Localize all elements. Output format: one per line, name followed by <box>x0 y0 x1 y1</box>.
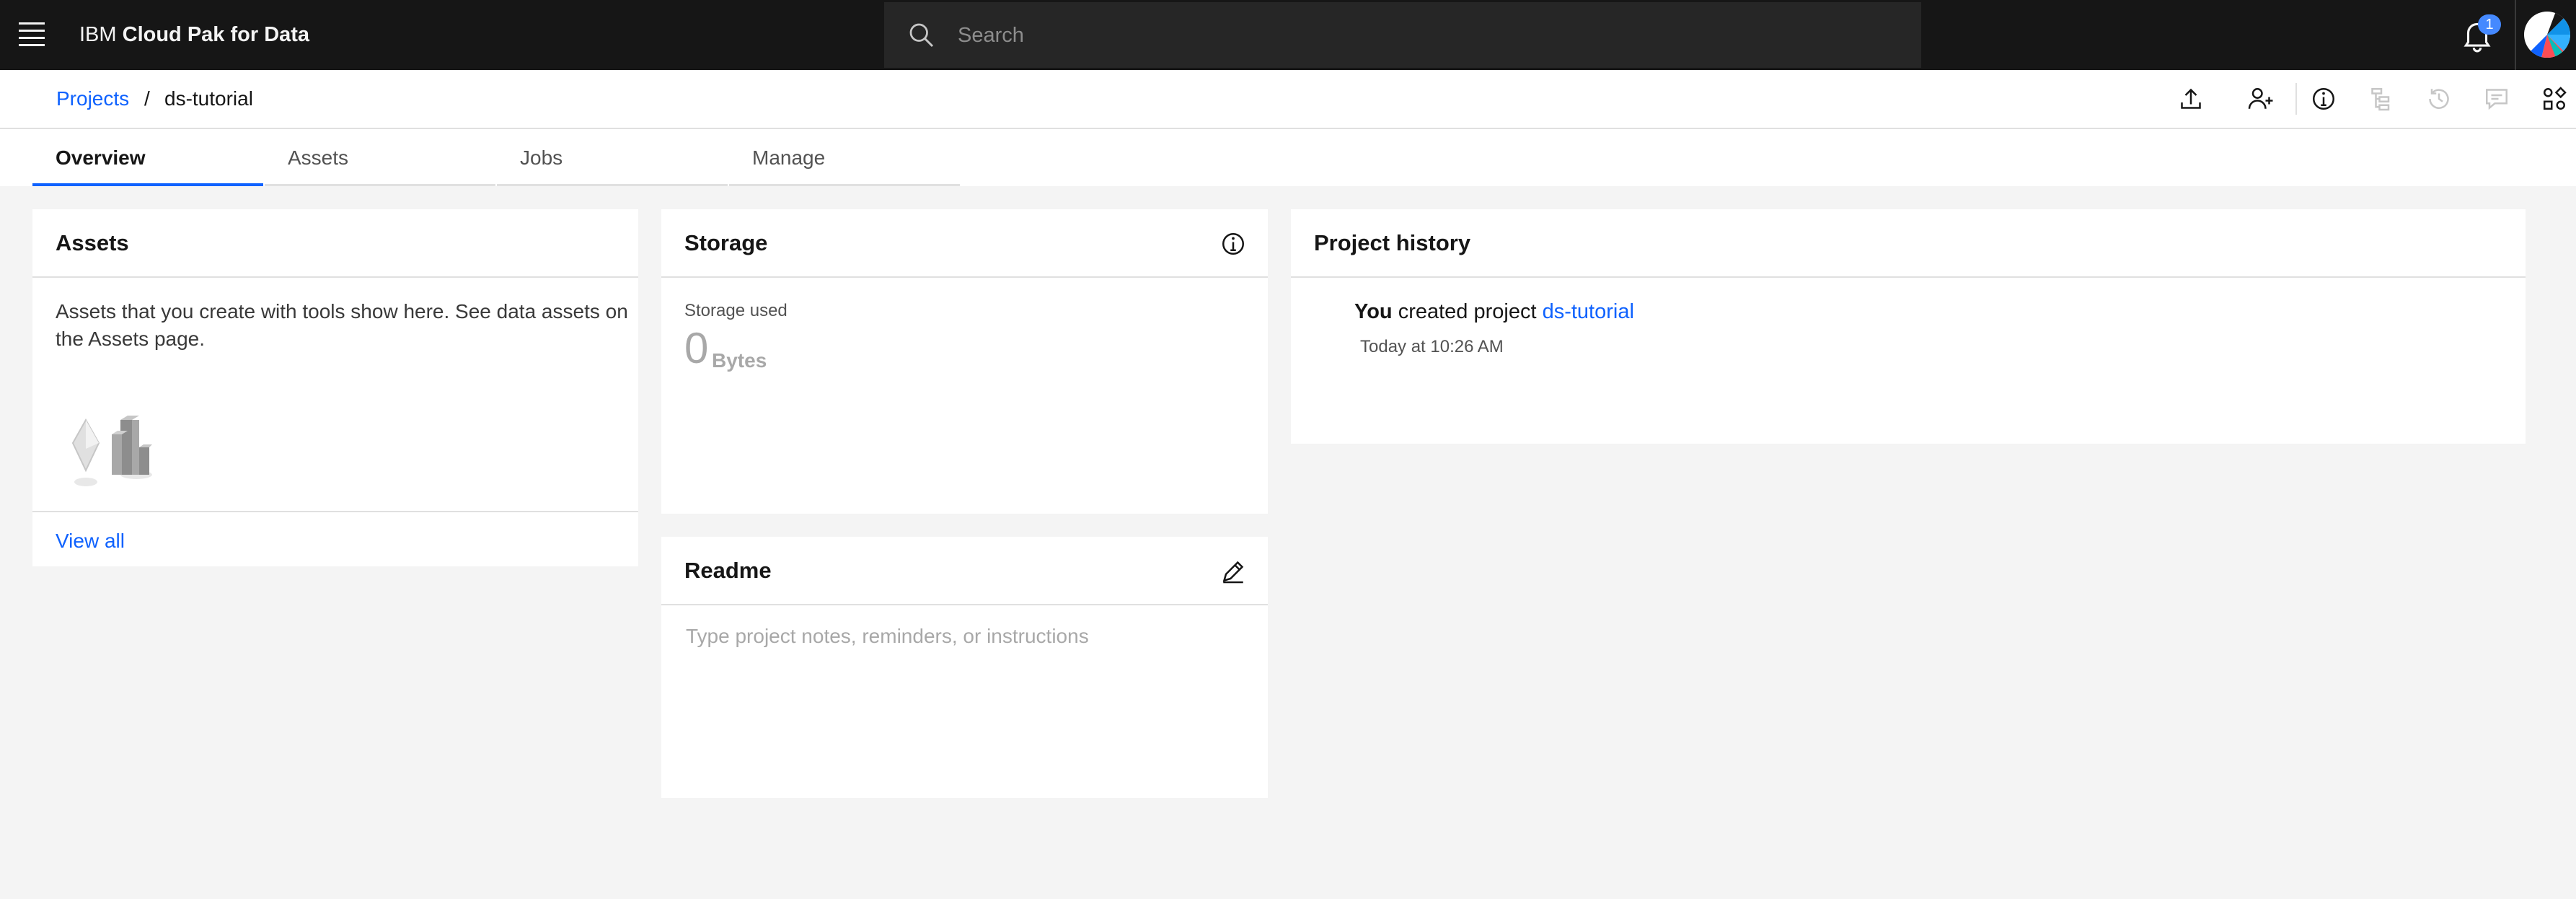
readme-card: Readme <box>661 537 1268 798</box>
project-history-card: Project history You created project ds-t… <box>1291 209 2526 444</box>
breadcrumb-current: ds-tutorial <box>164 87 253 110</box>
assets-card: Assets Assets that you create with tools… <box>32 209 638 566</box>
card-divider <box>1291 276 2526 278</box>
top-header: IBM Cloud Pak for Data 1 <box>0 0 2576 70</box>
comments-icon[interactable] <box>2482 84 2511 113</box>
menu-icon[interactable] <box>19 22 45 47</box>
edit-icon[interactable] <box>1219 557 1248 586</box>
assets-illustration <box>71 416 152 486</box>
breadcrumb-separator: / <box>144 87 150 110</box>
history-project-link[interactable]: ds-tutorial <box>1543 300 1634 323</box>
card-divider <box>661 276 1268 278</box>
search-bar[interactable] <box>884 2 1921 69</box>
avatar[interactable] <box>2524 12 2570 58</box>
breadcrumb: Projects / ds-tutorial <box>0 70 2576 129</box>
history-action: created project <box>1398 300 1537 323</box>
tab-overview[interactable]: Overview <box>32 129 263 186</box>
breadcrumb-projects-link[interactable]: Projects <box>56 86 129 112</box>
tab-assets[interactable]: Assets <box>265 129 495 186</box>
storage-card-title: Storage <box>684 230 768 255</box>
info-icon[interactable] <box>2309 84 2338 113</box>
brand-title[interactable]: IBM Cloud Pak for Data <box>79 20 309 49</box>
lineage-icon[interactable] <box>2367 84 2396 113</box>
readme-card-title: Readme <box>684 558 772 583</box>
assets-card-title: Assets <box>56 230 129 255</box>
brand-prefix: IBM <box>79 23 117 46</box>
add-collaborator-icon[interactable] <box>2246 84 2275 113</box>
history-actor: You <box>1354 300 1393 323</box>
header-divider <box>2515 0 2516 70</box>
card-divider <box>32 276 638 278</box>
tab-bar: Overview Assets Jobs Manage <box>0 129 2576 186</box>
history-entry: You created project ds-tutorial <box>1354 297 1634 326</box>
view-all-link[interactable]: View all <box>56 527 125 556</box>
project-history-title: Project history <box>1314 230 1471 255</box>
search-input[interactable] <box>956 2 1897 69</box>
storage-used-value: 0 <box>684 324 709 372</box>
history-icon[interactable] <box>2425 84 2453 113</box>
card-divider <box>661 604 1268 605</box>
history-timestamp: Today at 10:26 AM <box>1360 337 1504 356</box>
upload-icon[interactable] <box>2176 84 2205 113</box>
assets-description: Assets that you create with tools show h… <box>56 300 628 350</box>
storage-used-label: Storage used <box>684 301 788 320</box>
toolbar-divider <box>2295 83 2297 115</box>
storage-card: Storage Storage used 0 Bytes <box>661 209 1268 514</box>
search-icon <box>909 23 934 48</box>
brand-name: Cloud Pak for Data <box>122 23 310 46</box>
tab-manage[interactable]: Manage <box>729 129 960 186</box>
notification-count-badge: 1 <box>2478 14 2501 35</box>
card-footer-divider <box>32 511 638 512</box>
tab-jobs[interactable]: Jobs <box>497 129 728 186</box>
storage-used-unit: Bytes <box>712 349 767 372</box>
apps-icon[interactable] <box>2540 84 2569 113</box>
readme-textarea[interactable] <box>684 623 1250 785</box>
info-icon[interactable] <box>1219 229 1248 258</box>
